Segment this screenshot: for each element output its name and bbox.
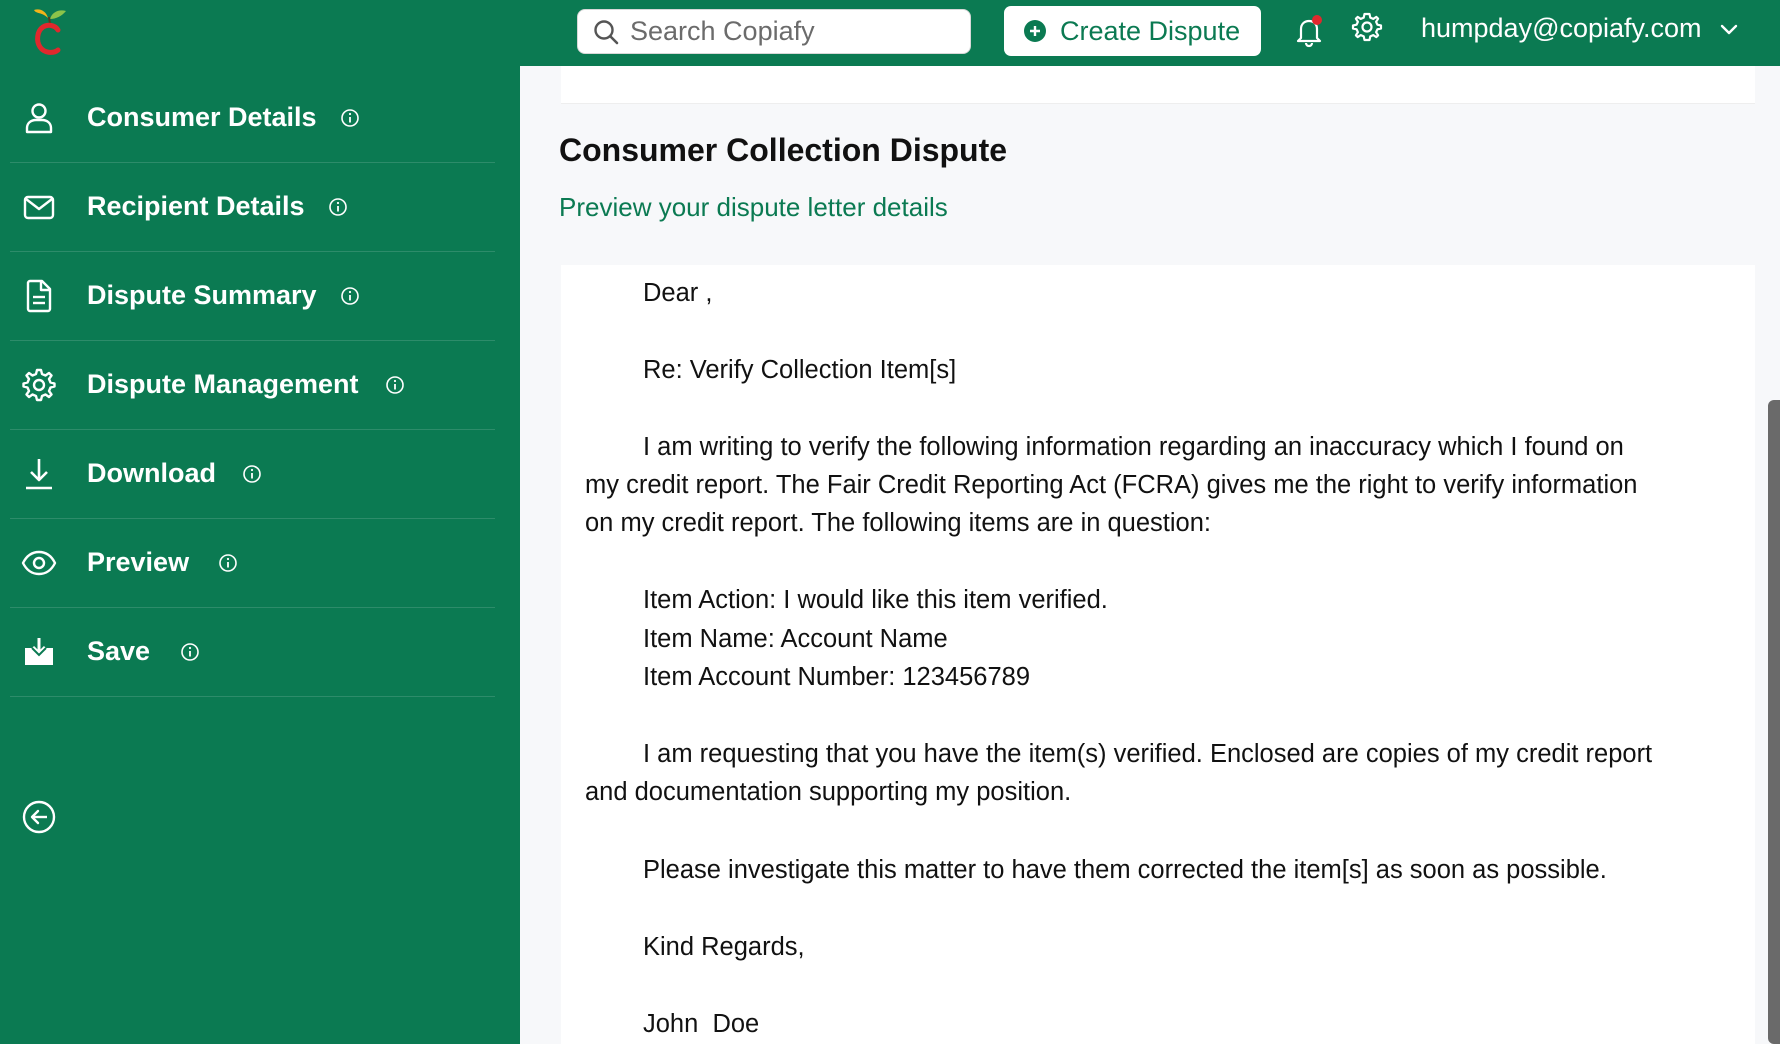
letter-closing: Kind Regards, xyxy=(643,933,805,961)
sidebar-item-download[interactable]: Download xyxy=(10,429,495,519)
sidebar-item-label: Download xyxy=(87,458,216,488)
page-title: Consumer Collection Dispute xyxy=(559,132,1008,168)
gear-icon[interactable] xyxy=(1351,11,1383,43)
account-menu[interactable]: humpday@copiafy.com xyxy=(1421,13,1740,44)
info-icon[interactable] xyxy=(218,553,238,573)
letter-paragraph-line: I am writing to verify the following inf… xyxy=(643,433,1624,461)
copiafy-logo[interactable] xyxy=(28,6,76,58)
arrow-left-circle-icon[interactable] xyxy=(21,799,57,835)
letter-paragraph-line: on my credit report. The following items… xyxy=(585,509,1211,537)
info-icon[interactable] xyxy=(328,197,348,217)
page-subtitle: Preview your dispute letter details xyxy=(559,192,948,222)
sidebar-item-label: Dispute Management xyxy=(87,369,359,399)
gear-icon xyxy=(22,368,56,401)
info-icon[interactable] xyxy=(242,464,262,484)
mail-icon xyxy=(23,195,55,219)
info-icon[interactable] xyxy=(340,286,360,306)
chevron-down-icon xyxy=(1720,24,1737,34)
account-email: humpday@copiafy.com xyxy=(1421,13,1702,43)
letter-paragraph-line: my credit report. The Fair Credit Report… xyxy=(585,471,1638,499)
main-content: Consumer Collection Dispute Preview your… xyxy=(520,66,1780,1044)
plus-circle-icon xyxy=(1024,20,1046,42)
scrollbar[interactable] xyxy=(1768,400,1780,1044)
letter-signature: John Doe xyxy=(643,1010,760,1038)
info-icon[interactable] xyxy=(385,375,405,395)
search-icon xyxy=(594,19,619,44)
user-icon xyxy=(25,102,53,133)
letter-paragraph-line: and documentation supporting my position… xyxy=(585,778,1072,806)
sidebar-item-label: Consumer Details xyxy=(87,102,317,132)
bell-icon[interactable] xyxy=(1293,14,1325,48)
info-icon[interactable] xyxy=(340,108,360,128)
document-icon xyxy=(26,279,52,312)
sidebar-item-recipient-details[interactable]: Recipient Details xyxy=(10,162,495,252)
letter-preview: Dear , Re: Verify Collection Item[s] I a… xyxy=(561,265,1755,1044)
eye-icon xyxy=(21,550,57,575)
letter-item-name: Item Name: Account Name xyxy=(643,625,948,653)
sidebar-item-dispute-management[interactable]: Dispute Management xyxy=(10,340,495,430)
letter-paragraph-line: Please investigate this matter to have t… xyxy=(643,856,1607,884)
sidebar-item-label: Recipient Details xyxy=(87,191,305,221)
letter-item-action: Item Action: I would like this item veri… xyxy=(643,586,1108,614)
search-bar[interactable] xyxy=(577,9,971,54)
top-bar: Create Dispute humpday@copiafy.com xyxy=(0,0,1780,66)
letter-greeting: Dear , xyxy=(643,279,713,307)
sidebar-item-label: Save xyxy=(87,636,151,666)
letter-item-account: Item Account Number: 123456789 xyxy=(643,663,1030,691)
notification-dot xyxy=(1312,15,1322,25)
sidebar: Consumer Details Recipient Details Dispu… xyxy=(0,66,520,1044)
info-icon[interactable] xyxy=(180,642,200,662)
sidebar-item-preview[interactable]: Preview xyxy=(10,518,495,608)
download-icon xyxy=(26,458,52,489)
create-dispute-button[interactable]: Create Dispute xyxy=(1004,6,1261,56)
sidebar-item-dispute-summary[interactable]: Dispute Summary xyxy=(10,251,495,341)
sidebar-item-consumer-details[interactable]: Consumer Details xyxy=(10,73,495,163)
top-card xyxy=(561,66,1755,104)
sidebar-item-label: Dispute Summary xyxy=(87,280,317,310)
sidebar-item-label: Preview xyxy=(87,547,190,577)
letter-paragraph-line: I am requesting that you have the item(s… xyxy=(643,740,1653,768)
sidebar-item-save[interactable]: Save xyxy=(10,607,495,697)
letter-subject: Re: Verify Collection Item[s] xyxy=(643,356,957,384)
search-input[interactable] xyxy=(630,16,950,47)
save-icon xyxy=(25,637,53,665)
create-dispute-label: Create Dispute xyxy=(1060,15,1241,46)
